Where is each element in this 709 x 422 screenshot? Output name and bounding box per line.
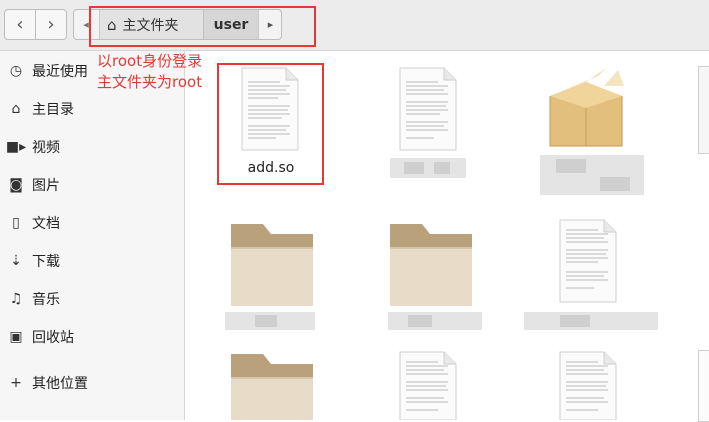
folder-icon bbox=[231, 354, 313, 420]
sidebar-item-label: 主目录 bbox=[32, 102, 74, 118]
file-name-blurred bbox=[524, 312, 658, 330]
video-icon: ■▸ bbox=[5, 139, 27, 155]
back-button[interactable]: ‹ bbox=[4, 9, 36, 40]
text-file-icon bbox=[399, 67, 457, 151]
sidebar-item-documents[interactable]: ▯ 文档 bbox=[0, 206, 184, 240]
annotation-line-1: 以root身份登录 bbox=[97, 52, 203, 70]
clock-icon: ◷ bbox=[9, 63, 23, 79]
sidebar-item-label: 最近使用 bbox=[32, 64, 88, 80]
annotation-box-path bbox=[89, 6, 316, 47]
home-icon: ⌂ bbox=[11, 101, 21, 117]
sidebar: ◷ 最近使用 ⌂ 主目录 ■▸ 视频 ◙ 图片 ▯ 文档 ⇣ 下载 ♫ 音乐 ▣… bbox=[0, 51, 185, 420]
sidebar-item-home[interactable]: ⌂ 主目录 bbox=[0, 92, 184, 126]
sidebar-item-music[interactable]: ♫ 音乐 bbox=[0, 282, 184, 316]
plus-icon: + bbox=[10, 375, 22, 391]
sidebar-item-trash[interactable]: ▣ 回收站 bbox=[0, 320, 184, 354]
chevron-left-icon: ‹ bbox=[16, 14, 24, 35]
sidebar-item-videos[interactable]: ■▸ 视频 bbox=[0, 130, 184, 164]
file-name-blurred bbox=[225, 312, 315, 330]
sidebar-item-downloads[interactable]: ⇣ 下载 bbox=[0, 244, 184, 278]
file-name-blurred bbox=[388, 312, 482, 330]
text-file-icon bbox=[399, 351, 457, 420]
sidebar-item-label: 下载 bbox=[32, 254, 60, 270]
chevron-right-icon: › bbox=[47, 14, 55, 35]
sidebar-item-label: 文档 bbox=[32, 216, 60, 232]
sidebar-item-pictures[interactable]: ◙ 图片 bbox=[0, 168, 184, 202]
sidebar-item-label: 图片 bbox=[32, 178, 60, 194]
sidebar-item-label: 其他位置 bbox=[32, 376, 88, 392]
annotation-box-file bbox=[217, 63, 324, 185]
document-icon: ▯ bbox=[12, 215, 20, 231]
annotation-line-2: 主文件夹为root bbox=[97, 73, 203, 91]
folder-icon bbox=[231, 224, 313, 306]
text-file-icon bbox=[559, 351, 617, 420]
package-icon bbox=[549, 68, 624, 147]
sidebar-item-label: 音乐 bbox=[32, 292, 60, 308]
sidebar-item-label: 回收站 bbox=[32, 330, 74, 346]
sidebar-item-other-locations[interactable]: + 其他位置 bbox=[0, 366, 184, 400]
file-item-partial bbox=[698, 66, 709, 154]
sidebar-item-label: 视频 bbox=[32, 140, 60, 156]
file-name-blurred bbox=[540, 155, 644, 195]
file-name-blurred bbox=[390, 158, 466, 178]
annotation-text: 以root身份登录 主文件夹为root bbox=[97, 51, 202, 93]
text-file-icon bbox=[559, 219, 617, 303]
file-item-partial bbox=[698, 350, 709, 422]
download-icon: ⇣ bbox=[10, 253, 22, 269]
music-icon: ♫ bbox=[9, 291, 23, 307]
trash-icon: ▣ bbox=[9, 329, 23, 345]
folder-icon bbox=[390, 224, 472, 306]
forward-button[interactable]: › bbox=[35, 9, 67, 40]
camera-icon: ◙ bbox=[9, 177, 23, 193]
